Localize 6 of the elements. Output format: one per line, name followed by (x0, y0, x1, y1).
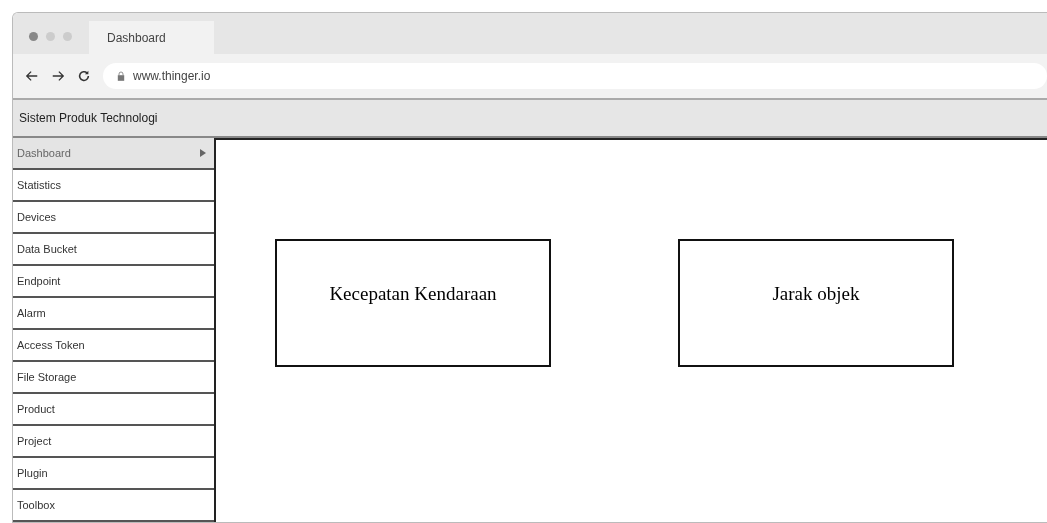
browser-tab[interactable]: Dashboard (89, 21, 214, 55)
widget-title: Kecepatan Kendaraan (329, 283, 497, 306)
app-title: Sistem Produk Technologi (13, 99, 1047, 138)
sidebar-item[interactable]: Dashboard (13, 138, 214, 170)
widget-title: Jarak objek (772, 283, 860, 306)
address-bar[interactable]: www.thinger.io (103, 62, 1047, 89)
